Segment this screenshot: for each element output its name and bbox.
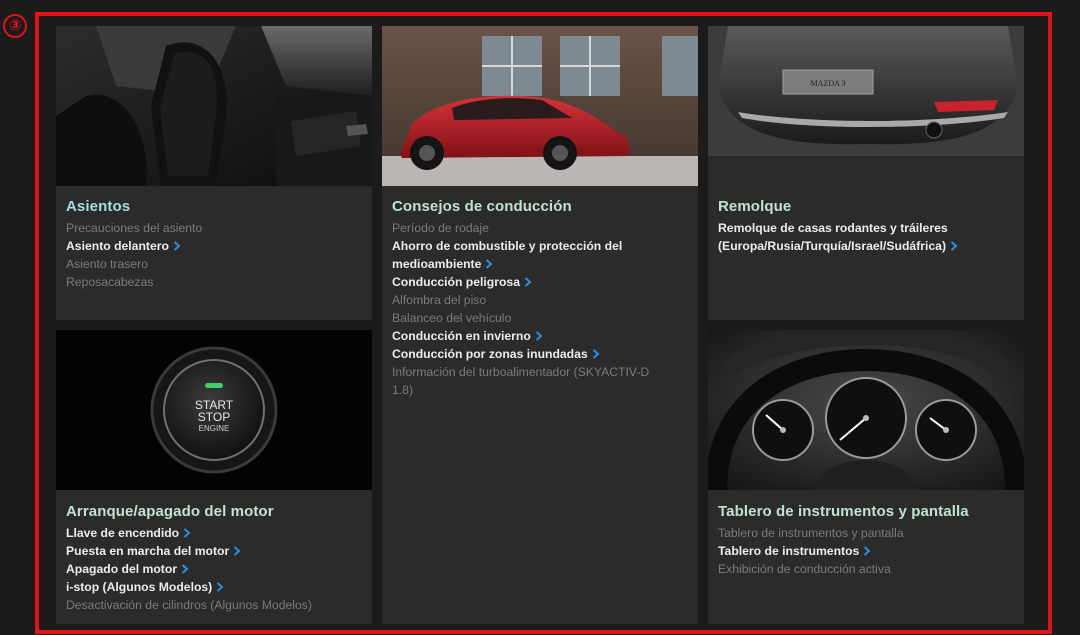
list-item: Período de rodaje: [392, 221, 489, 235]
button-text-engine: ENGINE: [199, 424, 230, 433]
card-title: Remolque: [718, 198, 792, 215]
card-tablero: Tablero de instrumentos y pantalla Table…: [708, 330, 1024, 624]
list-link[interactable]: Apagado del motor: [66, 560, 366, 578]
list-item: Precauciones del asiento: [66, 221, 203, 235]
list-link[interactable]: Llave de encendido: [66, 524, 366, 542]
list-link[interactable]: Remolque de casas rodantes y tráileres: [718, 219, 1018, 237]
list-link[interactable]: Tablero de instrumentos: [718, 542, 1018, 560]
card-title: Consejos de conducción: [392, 198, 572, 215]
chevron-right-icon: [524, 273, 532, 291]
list-link[interactable]: medioambiente: [392, 255, 692, 273]
list-link[interactable]: Asiento delantero: [66, 237, 366, 255]
page: ③ Asientos Precauciones del asiento Asie…: [0, 0, 1080, 635]
card-title: Asientos: [66, 198, 131, 215]
card-title: Tablero de instrumentos y pantalla: [718, 503, 969, 520]
card-arranque: START STOP ENGINE Arranque/apagado del m…: [56, 330, 372, 624]
list-link[interactable]: Conducción peligrosa: [392, 273, 692, 291]
list-item: 1.8): [392, 383, 414, 397]
red-car-image[interactable]: [382, 26, 698, 186]
card-remolque: MAZDA 3 Remolque Remolque de casas rodan…: [708, 26, 1024, 320]
annotation-badge: ③: [3, 14, 27, 38]
list-item: Exhibición de conducción activa: [718, 562, 891, 576]
list-item: Asiento trasero: [66, 257, 148, 271]
list-link[interactable]: Conducción por zonas inundadas: [392, 345, 692, 363]
chevron-right-icon: [181, 560, 189, 578]
chevron-right-icon: [863, 542, 871, 560]
list-link[interactable]: Ahorro de combustible y protección del: [392, 237, 692, 255]
list-item: Desactivación de cilindros (Algunos Mode…: [66, 598, 312, 612]
list-link[interactable]: (Europa/Rusia/Turquía/Israel/Sudáfrica): [718, 237, 1018, 255]
seats-image[interactable]: [56, 26, 372, 186]
card-title: Arranque/apagado del motor: [66, 503, 274, 520]
button-text-stop: STOP: [198, 410, 230, 424]
chevron-right-icon: [216, 578, 224, 596]
chevron-right-icon: [592, 345, 600, 363]
list-link[interactable]: i-stop (Algunos Modelos): [66, 578, 366, 596]
list-link[interactable]: Puesta en marcha del motor: [66, 542, 366, 560]
list-item: Balanceo del vehículo: [392, 311, 512, 325]
list-item: Reposacabezas: [66, 275, 154, 289]
car-rear-image[interactable]: MAZDA 3: [708, 26, 1024, 186]
list-link[interactable]: Conducción en invierno: [392, 327, 692, 345]
list-item: Alfombra del piso: [392, 293, 487, 307]
instrument-cluster-image[interactable]: [708, 330, 1024, 490]
card-asientos: Asientos Precauciones del asiento Asient…: [56, 26, 372, 320]
chevron-right-icon: [535, 327, 543, 345]
chevron-right-icon: [950, 237, 958, 255]
card-consejos: Consejos de conducción Período de rodaje…: [382, 26, 698, 624]
chevron-right-icon: [183, 524, 191, 542]
license-plate-text: MAZDA 3: [811, 79, 846, 88]
chevron-right-icon: [173, 237, 181, 255]
start-stop-button-image[interactable]: START STOP ENGINE: [56, 330, 372, 490]
list-item: Información del turboalimentador (SKYACT…: [392, 365, 650, 379]
list-item: Tablero de instrumentos y pantalla: [718, 526, 904, 540]
chevron-right-icon: [485, 255, 493, 273]
chevron-right-icon: [233, 542, 241, 560]
